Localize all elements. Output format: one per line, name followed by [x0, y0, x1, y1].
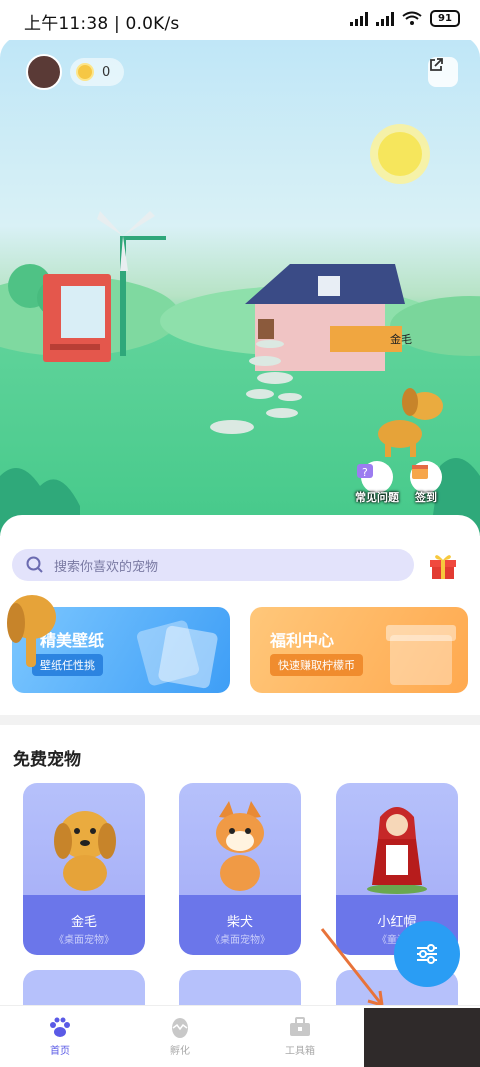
- pet-tag: 《桌面宠物》: [54, 935, 114, 946]
- welfare-subtitle: 快速赚取柠檬币: [270, 654, 363, 676]
- coin-count: 0: [102, 64, 111, 80]
- svg-text:?: ?: [362, 466, 368, 479]
- battery-icon: 91: [430, 10, 460, 27]
- signal-icon: [350, 11, 368, 26]
- overlay-block: [364, 1008, 480, 1067]
- arrow-annotation: [320, 928, 384, 1007]
- red-hood-image: [367, 807, 427, 894]
- search-icon: [26, 556, 43, 573]
- checkin-button[interactable]: 签到: [410, 461, 442, 505]
- share-button[interactable]: [428, 57, 458, 87]
- search-placeholder: 搜索你喜欢的宠物: [54, 559, 159, 575]
- search-input[interactable]: 搜索你喜欢的宠物: [12, 549, 414, 581]
- content-panel: 搜索你喜欢的宠物 精美壁纸 壁纸任性挑 福利中心 快速赚取柠檬币 免费宠物 金毛…: [0, 515, 480, 1067]
- wifi-icon: [402, 11, 422, 25]
- signal-icon: [376, 11, 394, 26]
- dog-sticker: [7, 595, 56, 667]
- status-icons: 91: [350, 10, 460, 27]
- pet-card[interactable]: 金毛 《桌面宠物》: [23, 783, 145, 955]
- pet-name: 金毛: [70, 915, 97, 930]
- nav-hatch[interactable]: 孵化: [120, 1006, 240, 1067]
- nav-hatch-label: 孵化: [170, 1046, 190, 1057]
- paw-icon: [50, 1017, 70, 1037]
- welfare-title: 福利中心: [270, 631, 335, 650]
- scene-illustration: [0, 124, 480, 536]
- coin-icon: [76, 63, 94, 81]
- pet-scene: 0 金毛 ? 常见问题 签到: [0, 36, 480, 536]
- nav-home-label: 首页: [50, 1046, 70, 1057]
- status-time: 上午11:38 | 0.0K/s: [24, 14, 180, 34]
- avatar[interactable]: [26, 54, 62, 90]
- section-title: 免费宠物: [13, 750, 81, 770]
- faq-button[interactable]: ? 常见问题: [355, 461, 399, 505]
- checkin-label: 签到: [415, 491, 437, 504]
- toolbox-icon: [290, 1017, 310, 1036]
- filter-button[interactable]: [394, 921, 460, 987]
- scene-pet-name: 金毛: [390, 333, 412, 346]
- gift-icon: [430, 555, 456, 579]
- status-bar: 上午11:38 | 0.0K/s 91: [0, 0, 480, 40]
- nav-toolbox-label: 工具箱: [285, 1046, 315, 1057]
- faq-label: 常见问题: [355, 491, 399, 504]
- welfare-card[interactable]: 福利中心 快速赚取柠檬币: [250, 607, 468, 693]
- pet-tag: 《桌面宠物》: [210, 935, 270, 946]
- shiba-image: [216, 801, 264, 891]
- sliders-icon: [417, 944, 437, 964]
- egg-icon: [172, 1018, 188, 1038]
- pet-name: 柴犬: [226, 915, 253, 930]
- share-icon: [430, 58, 443, 71]
- wallpaper-icon: [136, 620, 218, 689]
- divider: [0, 715, 480, 725]
- gift-button[interactable]: [428, 551, 458, 579]
- nav-toolbox[interactable]: 工具箱: [240, 1006, 360, 1067]
- coin-balance[interactable]: 0: [70, 58, 124, 86]
- box-icon: [386, 625, 456, 685]
- golden-retriever-image: [54, 811, 116, 891]
- pet-card[interactable]: 柴犬 《桌面宠物》: [179, 783, 301, 955]
- nav-home[interactable]: 首页: [0, 1006, 120, 1067]
